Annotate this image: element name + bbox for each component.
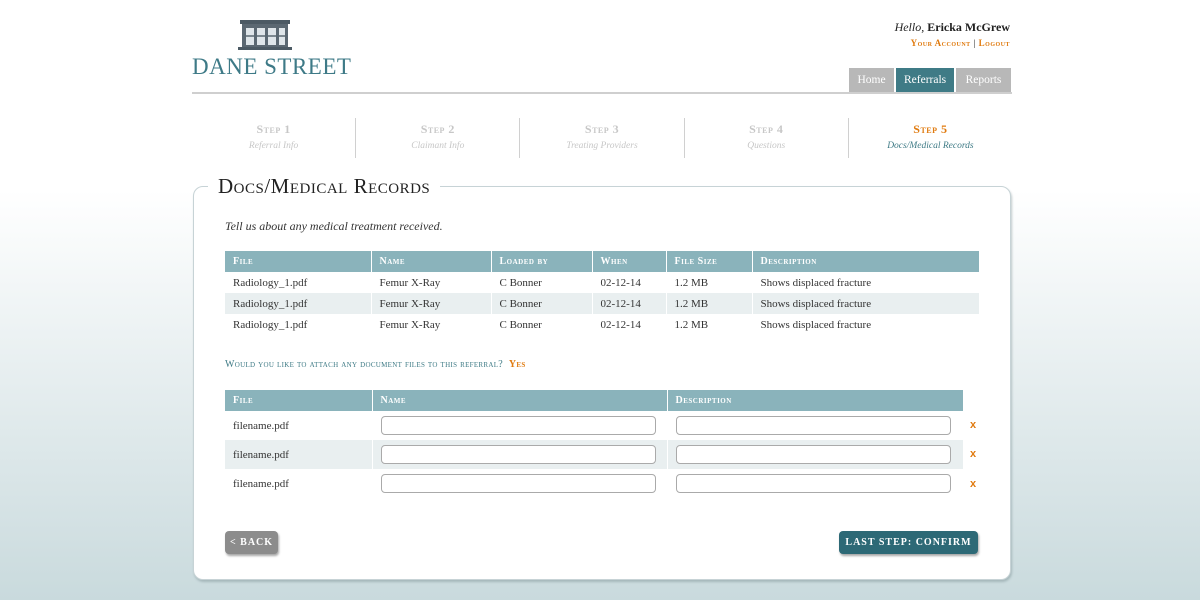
your-account-link[interactable]: Your Account — [911, 38, 971, 48]
remove-file-button[interactable]: x — [970, 419, 976, 431]
col-file: File — [225, 251, 371, 272]
description-input[interactable] — [675, 445, 951, 464]
name-input[interactable] — [380, 416, 656, 435]
col-file-size: File Size — [665, 251, 752, 272]
col-loaded-by: Loaded by — [490, 251, 592, 272]
cell-loaded-by: C Bonner — [490, 293, 592, 314]
table-header-row: File Name Description — [225, 390, 963, 411]
description-input[interactable] — [675, 474, 951, 493]
name-input[interactable] — [380, 445, 656, 464]
header-divider — [192, 92, 1012, 94]
cell-file-size: 1.2 MB — [665, 272, 752, 293]
upload-table: File Name Description filename.pdf filen… — [225, 390, 963, 498]
cell-description: Shows displaced fracture — [751, 314, 979, 335]
upload-file-name: filename.pdf — [233, 477, 289, 490]
step-title: Step 4 — [749, 122, 784, 136]
name-cell — [371, 411, 667, 440]
description-cell — [666, 411, 963, 440]
step-title: Step 3 — [584, 122, 620, 136]
cell-loaded-by: C Bonner — [490, 314, 592, 335]
name-cell — [371, 469, 667, 498]
cell-name: Femur X-Ray — [370, 272, 491, 293]
col-description: Description — [751, 251, 979, 272]
step-subtitle: Treating Providers — [566, 141, 638, 151]
name-input[interactable] — [380, 474, 656, 493]
back-button[interactable]: < Back — [225, 531, 278, 554]
upload-row: filename.pdf — [225, 440, 963, 469]
cell-when: 02-12-14 — [591, 272, 666, 293]
upload-row: filename.pdf — [225, 469, 963, 498]
step-subtitle: Questions — [747, 141, 786, 151]
cell-loaded-by: C Bonner — [490, 272, 592, 293]
cell-when: 02-12-14 — [591, 293, 666, 314]
col-description: Description — [666, 390, 963, 411]
page-title: Docs/Medical Records — [208, 174, 441, 199]
step-3[interactable]: Step 3 Treating Providers — [519, 118, 683, 158]
nav-tab-reports[interactable]: Reports — [956, 68, 1011, 93]
nav-tab-referrals[interactable]: Referrals — [896, 68, 954, 93]
col-file: File — [225, 390, 372, 411]
cell-file-size: 1.2 MB — [665, 293, 752, 314]
step-title: Step 2 — [420, 122, 455, 136]
cell-when: 02-12-14 — [591, 314, 666, 335]
cell-description: Shows displaced fracture — [751, 293, 979, 314]
step-5[interactable]: Step 5 Docs/Medical Records — [847, 118, 1012, 158]
intro-text: Tell us about any medical treatment rece… — [225, 219, 443, 233]
name-cell — [371, 440, 667, 469]
table-row: Radiology_1.pdf Femur X-Ray C Bonner 02-… — [225, 272, 979, 293]
nav-tab-home[interactable]: Home — [849, 68, 894, 93]
cell-file[interactable]: Radiology_1.pdf — [225, 272, 371, 293]
cell-file[interactable]: Radiology_1.pdf — [225, 314, 371, 335]
step-subtitle: Docs/Medical Records — [887, 141, 974, 151]
cell-name: Femur X-Ray — [370, 293, 491, 314]
cell-file-size: 1.2 MB — [665, 314, 752, 335]
attach-question-text: Would you like to attach any document fi… — [225, 359, 504, 370]
description-cell — [666, 440, 963, 469]
step-2[interactable]: Step 2 Claimant Info — [355, 118, 519, 158]
remove-file-button[interactable]: x — [970, 448, 976, 460]
logout-link[interactable]: Logout — [979, 38, 1010, 48]
upload-row: filename.pdf — [225, 411, 963, 440]
account-links: Your Account | Logout — [895, 38, 1010, 48]
table-row: Radiology_1.pdf Femur X-Ray C Bonner 02-… — [225, 314, 979, 335]
upload-file-name: filename.pdf — [233, 419, 289, 432]
table-row: Radiology_1.pdf Femur X-Ray C Bonner 02-… — [225, 293, 979, 314]
greeting: Hello, Ericka McGrew — [895, 20, 1010, 35]
step-progress: Step 1 Referral Info Step 2 Claimant Inf… — [192, 118, 1012, 158]
dane-street-logo[interactable]: DANE STREET — [192, 20, 351, 80]
step-subtitle: Claimant Info — [411, 141, 465, 151]
description-cell — [666, 469, 963, 498]
step-title: Step 5 — [913, 122, 948, 136]
cell-file[interactable]: Radiology_1.pdf — [225, 293, 371, 314]
brand-name: DANE STREET — [192, 54, 352, 79]
cell-description: Shows displaced fracture — [751, 272, 979, 293]
step-subtitle: Referral Info — [248, 141, 299, 151]
building-icon — [238, 20, 292, 50]
attach-yes-option[interactable]: Yes — [509, 359, 526, 370]
user-name: Ericka McGrew — [927, 20, 1010, 34]
docs-panel: Docs/Medical Records Tell us about any m… — [193, 174, 1011, 580]
greeting-prefix: Hello, — [894, 20, 925, 34]
user-box: Hello, Ericka McGrew Your Account | Logo… — [895, 20, 1010, 48]
col-name: Name — [370, 251, 491, 272]
documents-table: File Name Loaded by When File Size Descr… — [225, 251, 979, 335]
attach-question: Would you like to attach any document fi… — [225, 359, 526, 370]
step-4[interactable]: Step 4 Questions — [683, 118, 848, 158]
step-title: Step 1 — [256, 122, 291, 136]
confirm-button[interactable]: Last Step: Confirm >> — [839, 531, 978, 571]
table-header-row: File Name Loaded by When File Size Descr… — [225, 251, 979, 272]
remove-file-button[interactable]: x — [970, 478, 976, 490]
main-nav: Home Referrals Reports — [849, 68, 1011, 93]
step-1[interactable]: Step 1 Referral Info — [192, 118, 355, 158]
cell-name: Femur X-Ray — [370, 314, 491, 335]
link-separator: | — [973, 38, 976, 48]
description-input[interactable] — [675, 416, 951, 435]
upload-file-name: filename.pdf — [233, 448, 289, 461]
col-name: Name — [371, 390, 667, 411]
col-when: When — [591, 251, 666, 272]
